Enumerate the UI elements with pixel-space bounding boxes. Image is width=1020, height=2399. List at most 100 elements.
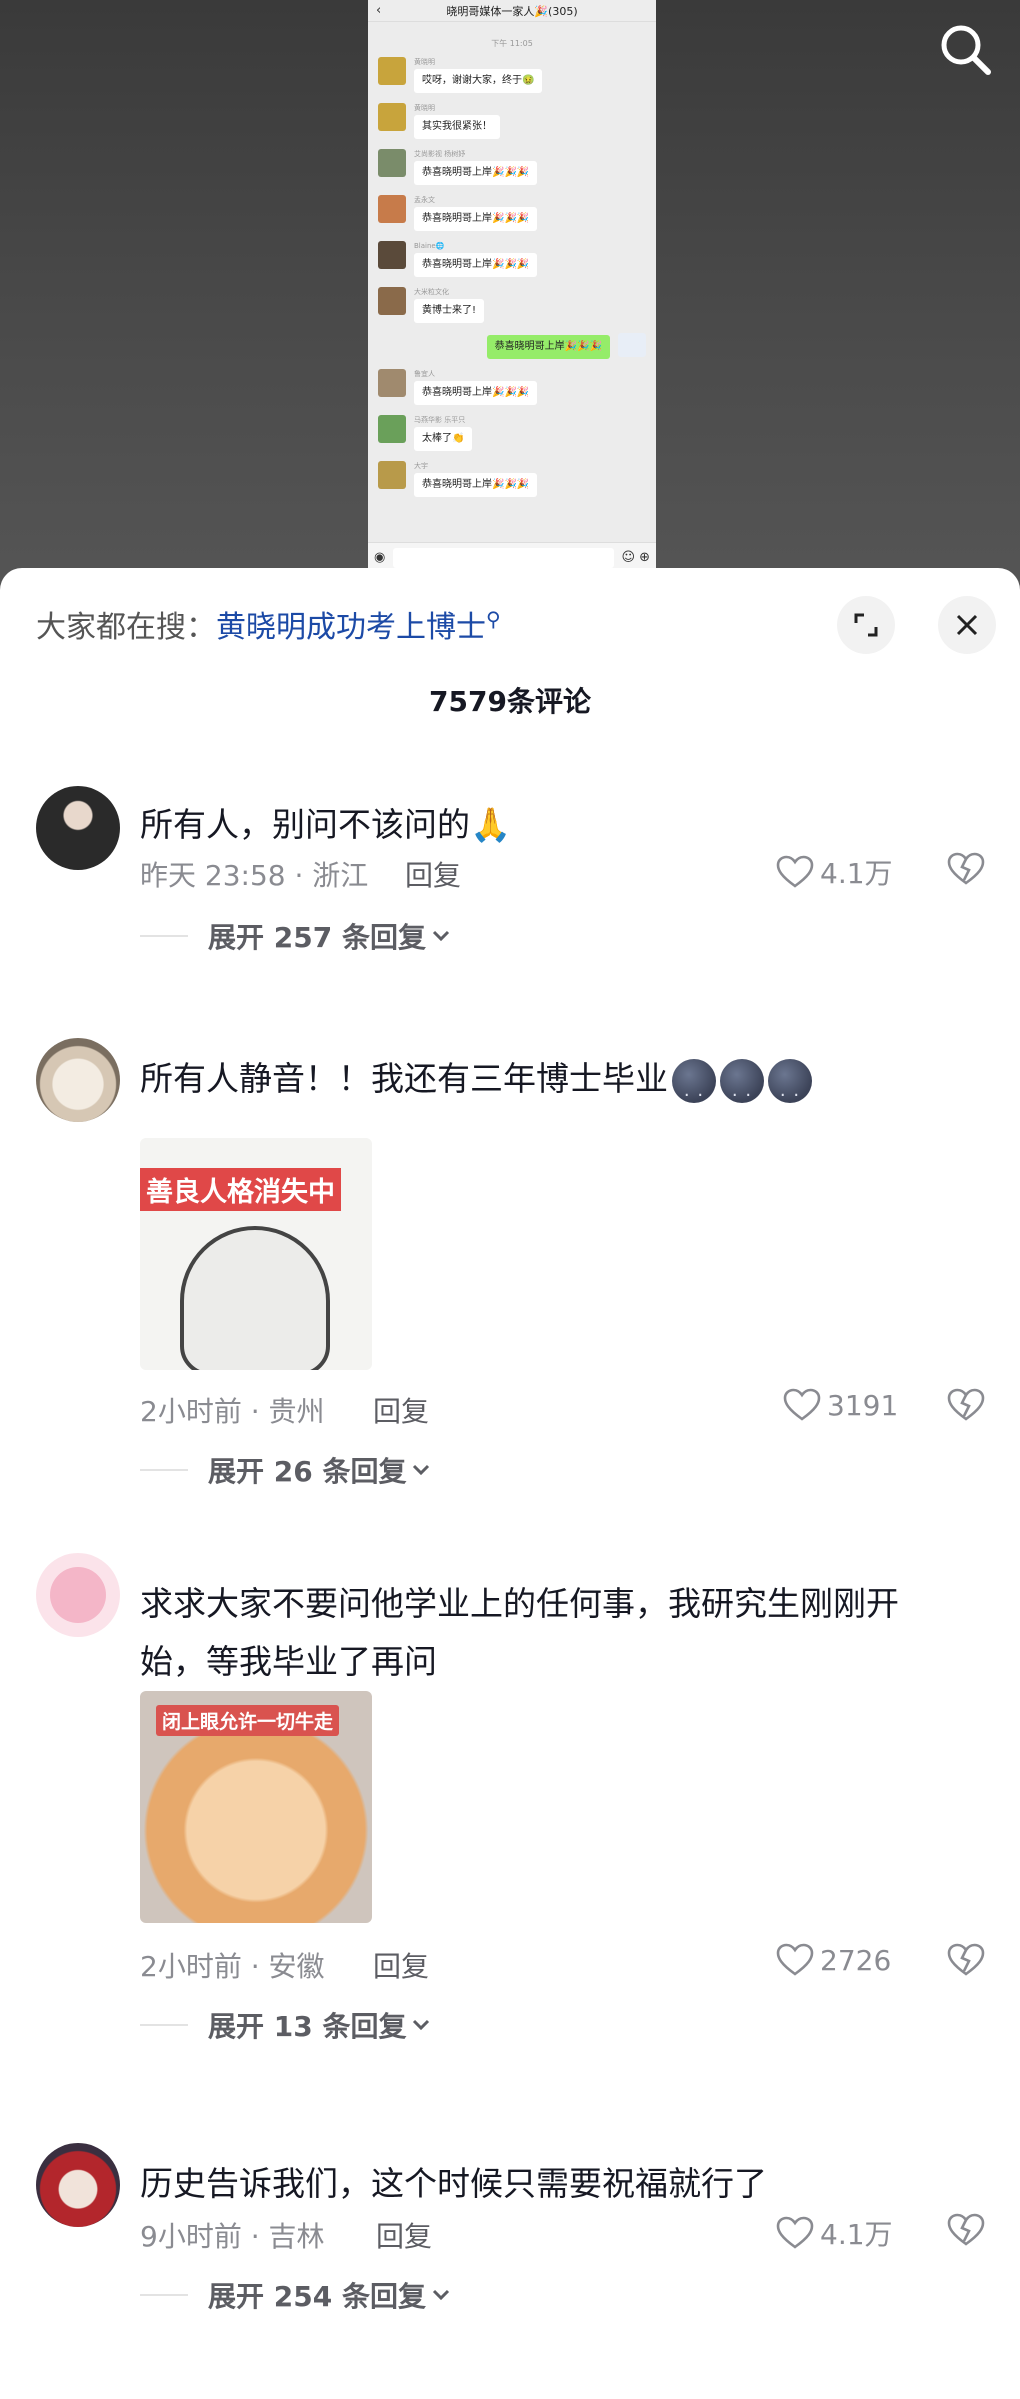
expand-replies[interactable]: 展开 26 条回复: [140, 1450, 432, 1490]
dislike-button[interactable]: [947, 2213, 985, 2251]
chat-bubble: 恭喜晓明哥上岸🎉🎉🎉: [414, 253, 538, 277]
comment-text: 历史告诉我们，这个时候只需要祝福就行了: [140, 2164, 767, 2203]
chat-sender-name: Blaine🌐: [414, 242, 445, 250]
like-button[interactable]: 4.1万: [776, 2213, 893, 2253]
close-icon: [956, 614, 978, 636]
chat-bubble: 哎呀，谢谢大家，终于🤢: [414, 69, 543, 93]
chat-bubble: 恭喜晓明哥上岸🎉🎉🎉: [414, 207, 538, 231]
divider-line: [140, 935, 188, 937]
comment-time-location: 9小时前 · 吉林: [140, 2220, 325, 2253]
chat-message-body: 艾尚影视 杨树妤恭喜晓明哥上岸🎉🎉🎉: [414, 149, 538, 185]
broken-heart-icon: [947, 1388, 985, 1421]
emoji-icon: [768, 1058, 812, 1125]
comment-sticker-image[interactable]: 善良人格消失中: [140, 1138, 372, 1370]
back-icon: ‹: [376, 3, 382, 18]
voice-icon: ◉: [374, 550, 386, 565]
chat-avatar: [378, 149, 406, 177]
chat-avatar: [378, 103, 406, 131]
search-keyword[interactable]: 黄晓明成功考上博士: [216, 610, 486, 645]
sticker-caption: 善良人格消失中: [140, 1168, 341, 1211]
chat-title: 晓明哥媒体一家人🎉(305): [446, 4, 578, 18]
chevron-down-icon: [413, 1464, 430, 1476]
dislike-button[interactable]: [947, 1943, 985, 1981]
chat-bubble: 黄博士来了!: [414, 299, 485, 323]
chat-message-body: 大米粒文化 黄博士来了!: [414, 287, 485, 323]
video-area[interactable]: ‹ 晓明哥媒体一家人🎉(305) 下午 11:05 黄晓明 哎呀，谢谢大家，终于🤢…: [0, 0, 1020, 590]
expand-replies[interactable]: 展开 257 条回复: [140, 916, 452, 956]
avatar[interactable]: [36, 2143, 120, 2227]
expand-replies-label: 展开 257 条回复: [208, 921, 426, 954]
emoji-icon: ☺: [621, 550, 636, 565]
chat-sender-name: 艾尚影视 杨树妤: [414, 150, 466, 158]
expand-button[interactable]: [837, 596, 895, 654]
sticker-caption: 闭上眼允许一切牛走: [156, 1705, 340, 1736]
chat-title-bar: ‹ 晓明哥媒体一家人🎉(305): [368, 0, 656, 22]
comment-time-location: 昨天 23:58 · 浙江: [140, 859, 369, 892]
chat-message: 大宇 恭喜晓明哥上岸🎉🎉🎉: [368, 461, 656, 497]
expand-replies-label: 展开 26 条回复: [208, 1455, 407, 1488]
search-suggestion[interactable]: 大家都在搜：黄晓明成功考上博士⚲: [36, 602, 501, 646]
expand-replies[interactable]: 展开 254 条回复: [140, 2275, 452, 2315]
reply-button[interactable]: 回复: [373, 1390, 429, 1430]
comment-text-content: 所有人静音！！我还有三年博士毕业: [140, 1059, 668, 1098]
close-button[interactable]: [938, 596, 996, 654]
comment-count: 7579条评论: [429, 685, 591, 718]
chat-avatar: [378, 287, 406, 315]
chat-message-body: 黄晓明 哎呀，谢谢大家，终于🤢: [414, 57, 543, 93]
chat-avatar: [378, 461, 406, 489]
chat-message-body: 大宇 恭喜晓明哥上岸🎉🎉🎉: [414, 461, 538, 497]
search-prefix: 大家都在搜：: [36, 610, 216, 645]
avatar[interactable]: [36, 1038, 120, 1122]
comment-item: 所有人，别问不该问的🙏 昨天 23:58 · 浙江 回复 4.1万 展开 257…: [0, 776, 1020, 976]
expand-replies[interactable]: 展开 13 条回复: [140, 2005, 432, 2045]
avatar[interactable]: [36, 786, 120, 870]
broken-heart-icon: [947, 852, 985, 885]
search-small-icon: ⚲: [486, 607, 501, 631]
chat-message-body: 鲁宜人 恭喜晓明哥上岸🎉🎉🎉: [414, 369, 538, 405]
chat-sender-name: 鲁宜人: [414, 370, 435, 378]
comment-text: 所有人静音！！我还有三年博士毕业: [140, 1050, 940, 1125]
expand-replies-label: 展开 13 条回复: [208, 2010, 407, 2043]
like-count: 4.1万: [820, 2218, 893, 2251]
chat-avatar: [378, 195, 406, 223]
broken-heart-icon: [947, 1943, 985, 1976]
chevron-down-icon: [413, 2019, 430, 2031]
dislike-button[interactable]: [947, 1388, 985, 1426]
avatar[interactable]: [36, 1553, 120, 1637]
search-button[interactable]: [934, 18, 998, 82]
expand-icon: [854, 613, 878, 637]
heart-icon: [776, 1943, 814, 1976]
sticker-face: [180, 1226, 330, 1370]
search-icon: [941, 25, 991, 75]
chat-sender-name: 马燕华影 乐平只: [414, 416, 466, 424]
reply-button[interactable]: 回复: [376, 2215, 432, 2255]
chat-bubble: 其实我很紧张！: [414, 115, 500, 139]
chevron-down-icon: [432, 2289, 450, 2301]
like-button[interactable]: 4.1万: [776, 852, 893, 892]
chat-message-body: 黄晓明 其实我很紧张！: [414, 103, 500, 139]
heart-icon: [776, 2216, 814, 2249]
comment-item: 历史告诉我们，这个时候只需要祝福就行了 9小时前 · 吉林 回复 4.1万 展开…: [0, 2143, 1020, 2393]
chat-message: Blaine🌐 恭喜晓明哥上岸🎉🎉🎉: [368, 241, 656, 277]
comment-sticker-image[interactable]: 闭上眼允许一切牛走: [140, 1691, 372, 1923]
chat-message-list: 黄晓明 哎呀，谢谢大家，终于🤢 黄晓明 其实我很紧张！ 艾尚影视 杨树妤恭喜晓明哥上岸🎉…: [368, 57, 656, 497]
dislike-button[interactable]: [947, 852, 985, 890]
comment-time-location: 2小时前 · 贵州: [140, 1395, 325, 1428]
heart-icon: [776, 855, 814, 888]
heart-icon: [783, 1388, 821, 1421]
like-button[interactable]: 2726: [776, 1943, 891, 1977]
emoji-icon: [720, 1058, 764, 1125]
comment-time-location: 2小时前 · 安徽: [140, 1950, 325, 1983]
chat-bubble: 恭喜晓明哥上岸🎉🎉🎉: [414, 161, 538, 185]
chat-message: 鲁宜人 恭喜晓明哥上岸🎉🎉🎉: [368, 369, 656, 405]
reply-button[interactable]: 回复: [405, 854, 461, 894]
reply-button[interactable]: 回复: [373, 1945, 429, 1985]
chevron-down-icon: [432, 930, 450, 942]
divider-line: [140, 1469, 188, 1471]
chat-avatar: [378, 57, 406, 85]
chat-message-body: 孟永文 恭喜晓明哥上岸🎉🎉🎉: [414, 195, 538, 231]
chat-screenshot: ‹ 晓明哥媒体一家人🎉(305) 下午 11:05 黄晓明 哎呀，谢谢大家，终于🤢…: [368, 0, 656, 572]
comment-item: 所有人静音！！我还有三年博士毕业 善良人格消失中 2小时前 · 贵州 回复 31…: [0, 1038, 1020, 1498]
chat-message: 艾尚影视 杨树妤恭喜晓明哥上岸🎉🎉🎉: [368, 149, 656, 185]
like-button[interactable]: 3191: [783, 1388, 898, 1422]
